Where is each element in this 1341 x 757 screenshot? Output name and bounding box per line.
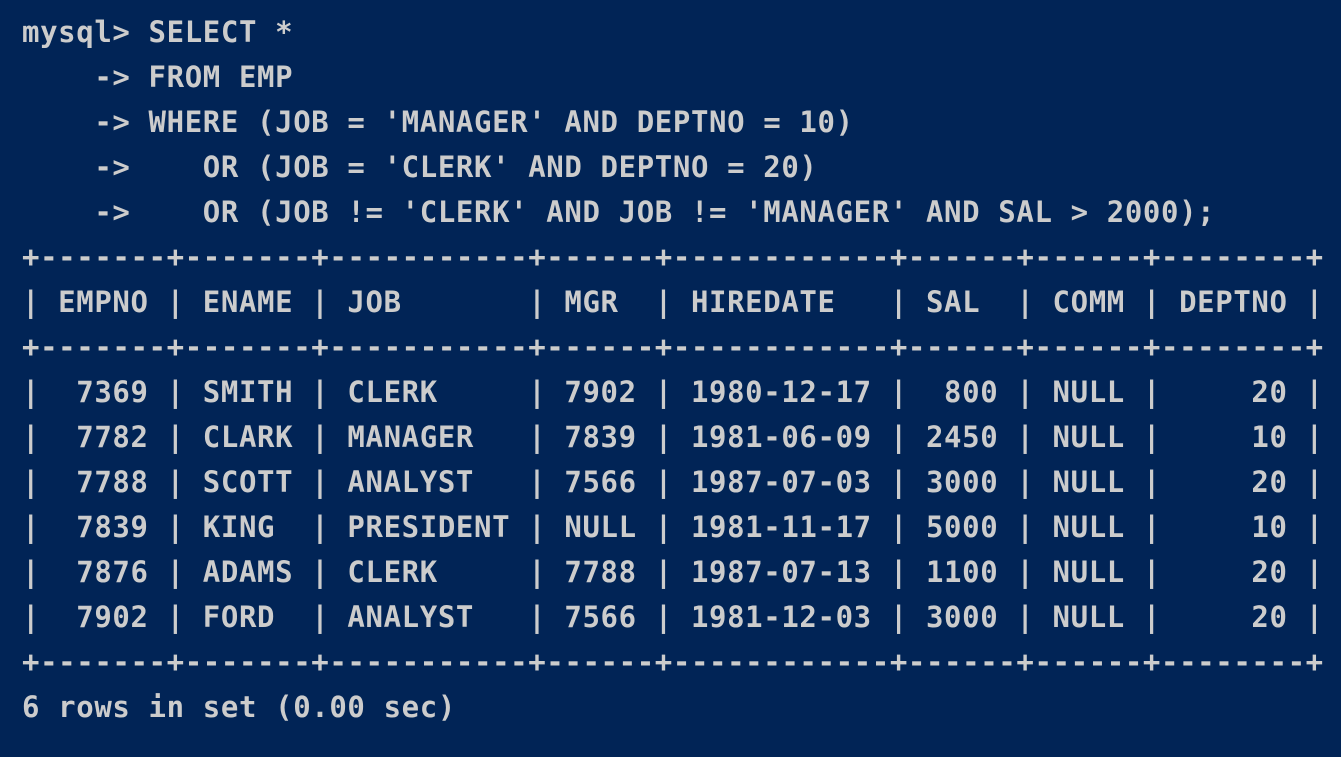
table-row: | 7782 | CLARK | MANAGER | 7839 | 1981-0… bbox=[22, 420, 1324, 454]
table-row: | 7876 | ADAMS | CLERK | 7788 | 1987-07-… bbox=[22, 555, 1324, 589]
table-border-bottom: +-------+-------+-----------+------+----… bbox=[22, 645, 1324, 679]
query-line: -> OR (JOB != 'CLERK' AND JOB != 'MANAGE… bbox=[22, 195, 1216, 229]
table-row: | 7902 | FORD | ANALYST | 7566 | 1981-12… bbox=[22, 600, 1324, 634]
table-row: | 7839 | KING | PRESIDENT | NULL | 1981-… bbox=[22, 510, 1324, 544]
query-line: -> FROM EMP bbox=[22, 60, 294, 94]
table-row: | 7369 | SMITH | CLERK | 7902 | 1980-12-… bbox=[22, 375, 1324, 409]
result-status: 6 rows in set (0.00 sec) bbox=[22, 690, 456, 724]
table-header-row: | EMPNO | ENAME | JOB | MGR | HIREDATE |… bbox=[22, 285, 1324, 319]
table-row: | 7788 | SCOTT | ANALYST | 7566 | 1987-0… bbox=[22, 465, 1324, 499]
table-border-top: +-------+-------+-----------+------+----… bbox=[22, 240, 1324, 274]
terminal-output: mysql> SELECT * -> FROM EMP -> WHERE (JO… bbox=[22, 10, 1324, 730]
query-line: mysql> SELECT * bbox=[22, 15, 294, 49]
table-border-middle: +-------+-------+-----------+------+----… bbox=[22, 330, 1324, 364]
query-line: -> WHERE (JOB = 'MANAGER' AND DEPTNO = 1… bbox=[22, 105, 854, 139]
terminal-window[interactable]: mysql> SELECT * -> FROM EMP -> WHERE (JO… bbox=[0, 0, 1341, 757]
query-line: -> OR (JOB = 'CLERK' AND DEPTNO = 20) bbox=[22, 150, 818, 184]
